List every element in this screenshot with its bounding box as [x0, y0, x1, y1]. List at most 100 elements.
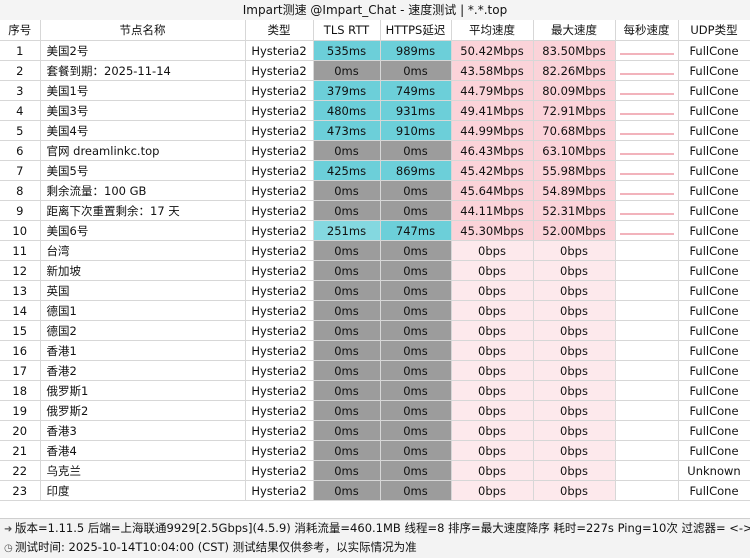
cell-node-name: 美国6号: [40, 220, 246, 241]
cell-udp-type: FullCone: [678, 320, 750, 341]
table-row[interactable]: 15 德国2 Hysteria2 0ms 0ms 0bps 0bps FullCone: [0, 320, 750, 341]
table-row[interactable]: 14 德国1 Hysteria2 0ms 0ms 0bps 0bps FullCone: [0, 300, 750, 321]
speed-sparkline: [619, 113, 674, 115]
table-row[interactable]: 17 香港2 Hysteria2 0ms 0ms 0bps 0bps FullCone: [0, 360, 750, 381]
cell-type: Hysteria2: [245, 320, 314, 341]
cell-avg-speed: 0bps: [451, 440, 534, 461]
cell-index: 5: [0, 120, 41, 141]
speed-sparkline: [619, 193, 674, 195]
header-col-avg-speed[interactable]: 平均速度: [451, 20, 534, 41]
cell-per-second-speed: [615, 40, 679, 61]
table-row[interactable]: 13 英国 Hysteria2 0ms 0ms 0bps 0bps FullCone: [0, 280, 750, 301]
cell-per-second-speed: [615, 200, 679, 221]
cell-tls-rtt: 0ms: [313, 240, 381, 261]
cell-per-second-speed: [615, 420, 679, 441]
cell-https-latency: 0ms: [380, 420, 452, 441]
cell-avg-speed: 44.99Mbps: [451, 120, 534, 141]
cell-type: Hysteria2: [245, 180, 314, 201]
table-row[interactable]: 11 台湾 Hysteria2 0ms 0ms 0bps 0bps FullCone: [0, 240, 750, 261]
cell-udp-type: FullCone: [678, 260, 750, 281]
cell-tls-rtt: 0ms: [313, 280, 381, 301]
cell-avg-speed: 0bps: [451, 360, 534, 381]
cell-https-latency: 0ms: [380, 380, 452, 401]
cell-index: 1: [0, 40, 41, 61]
header-col-per-second-speed[interactable]: 每秒速度: [615, 20, 679, 41]
cell-index: 7: [0, 160, 41, 181]
cell-udp-type: FullCone: [678, 340, 750, 361]
window-title: Impart测速 @Impart_Chat - 速度测试 | *.*.top: [0, 0, 750, 21]
cell-node-name: 剩余流量：100 GB: [40, 180, 246, 201]
table-row[interactable]: 7 美国5号 Hysteria2 425ms 869ms 45.42Mbps 55.98Mb…: [0, 160, 750, 181]
table-row[interactable]: 6 官网 dreamlinkc.top Hysteria2 0ms 0ms 46.43Mb…: [0, 140, 750, 161]
cell-per-second-speed: [615, 240, 679, 261]
cell-max-speed: 0bps: [533, 260, 616, 281]
cell-udp-type: FullCone: [678, 160, 750, 181]
cell-udp-type: FullCone: [678, 80, 750, 101]
table-row[interactable]: 16 香港1 Hysteria2 0ms 0ms 0bps 0bps FullCone: [0, 340, 750, 361]
table-row[interactable]: 19 俄罗斯2 Hysteria2 0ms 0ms 0bps 0bps FullCone: [0, 400, 750, 421]
cell-tls-rtt: 0ms: [313, 260, 381, 281]
header-col-max-speed[interactable]: 最大速度: [533, 20, 616, 41]
cell-type: Hysteria2: [245, 100, 314, 121]
cell-index: 19: [0, 400, 41, 421]
cell-node-name: 俄罗斯2: [40, 400, 246, 421]
cell-max-speed: 0bps: [533, 420, 616, 441]
table-row[interactable]: 18 俄罗斯1 Hysteria2 0ms 0ms 0bps 0bps FullCone: [0, 380, 750, 401]
cell-max-speed: 52.31Mbps: [533, 200, 616, 221]
header-col-https-latency[interactable]: HTTPS延迟: [380, 20, 452, 41]
table-row[interactable]: 21 香港4 Hysteria2 0ms 0ms 0bps 0bps FullCone: [0, 440, 750, 461]
cell-tls-rtt: 0ms: [313, 360, 381, 381]
cell-udp-type: Unknown: [678, 460, 750, 481]
cell-https-latency: 0ms: [380, 400, 452, 421]
table-row[interactable]: 9 距离下次重置剩余：17 天 Hysteria2 0ms 0ms 44.11Mbps 52…: [0, 200, 750, 221]
cell-tls-rtt: 425ms: [313, 160, 381, 181]
cell-node-name: 美国5号: [40, 160, 246, 181]
speed-sparkline: [619, 213, 674, 215]
header-col-node-name[interactable]: 节点名称: [40, 20, 246, 41]
header-col-udp-type[interactable]: UDP类型: [678, 20, 750, 41]
cell-avg-speed: 45.64Mbps: [451, 180, 534, 201]
header-col-index[interactable]: 序号: [0, 20, 41, 41]
cell-max-speed: 63.10Mbps: [533, 140, 616, 161]
cell-index: 6: [0, 140, 41, 161]
cell-avg-speed: 0bps: [451, 260, 534, 281]
cell-index: 14: [0, 300, 41, 321]
cell-https-latency: 0ms: [380, 440, 452, 461]
cell-avg-speed: 0bps: [451, 380, 534, 401]
cell-type: Hysteria2: [245, 60, 314, 81]
cell-per-second-speed: [615, 220, 679, 241]
cell-per-second-speed: [615, 300, 679, 321]
header-col-type[interactable]: 类型: [245, 20, 314, 41]
cell-per-second-speed: [615, 360, 679, 381]
table-row[interactable]: 3 美国1号 Hysteria2 379ms 749ms 44.79Mbps 80.09Mb…: [0, 80, 750, 101]
table-row[interactable]: 10 美国6号 Hysteria2 251ms 747ms 45.30Mbps 52.00M…: [0, 220, 750, 241]
table-row[interactable]: 12 新加坡 Hysteria2 0ms 0ms 0bps 0bps FullCone: [0, 260, 750, 281]
cell-avg-speed: 46.43Mbps: [451, 140, 534, 161]
table-row[interactable]: 2 套餐到期：2025-11-14 Hysteria2 0ms 0ms 43.58Mbps…: [0, 60, 750, 81]
cell-udp-type: FullCone: [678, 420, 750, 441]
cell-https-latency: 0ms: [380, 200, 452, 221]
cell-tls-rtt: 0ms: [313, 60, 381, 81]
table-row[interactable]: 23 印度 Hysteria2 0ms 0ms 0bps 0bps FullCone: [0, 480, 750, 501]
cell-type: Hysteria2: [245, 420, 314, 441]
cell-udp-type: FullCone: [678, 360, 750, 381]
cell-avg-speed: 0bps: [451, 320, 534, 341]
table-row[interactable]: 22 乌克兰 Hysteria2 0ms 0ms 0bps 0bps Unknown: [0, 460, 750, 481]
table-row[interactable]: 1 美国2号 Hysteria2 535ms 989ms 50.42Mbps 83.50Mb…: [0, 40, 750, 61]
table-row[interactable]: 5 美国4号 Hysteria2 473ms 910ms 44.99Mbps 70.68Mb…: [0, 120, 750, 141]
cell-udp-type: FullCone: [678, 220, 750, 241]
cell-per-second-speed: [615, 480, 679, 501]
cell-https-latency: 0ms: [380, 480, 452, 501]
cell-node-name: 印度: [40, 480, 246, 501]
cell-per-second-speed: [615, 460, 679, 481]
cell-per-second-speed: [615, 440, 679, 461]
table-row[interactable]: 8 剩余流量：100 GB Hysteria2 0ms 0ms 45.64Mbps 54.8…: [0, 180, 750, 201]
speed-sparkline: [619, 53, 674, 55]
cell-per-second-speed: [615, 340, 679, 361]
header-col-tls-rtt[interactable]: TLS RTT: [313, 20, 381, 41]
speed-sparkline: [619, 153, 674, 155]
cell-node-name: 美国4号: [40, 120, 246, 141]
table-row[interactable]: 4 美国3号 Hysteria2 480ms 931ms 49.41Mbps 72.91Mb…: [0, 100, 750, 121]
cell-https-latency: 0ms: [380, 360, 452, 381]
table-row[interactable]: 20 香港3 Hysteria2 0ms 0ms 0bps 0bps FullCone: [0, 420, 750, 441]
